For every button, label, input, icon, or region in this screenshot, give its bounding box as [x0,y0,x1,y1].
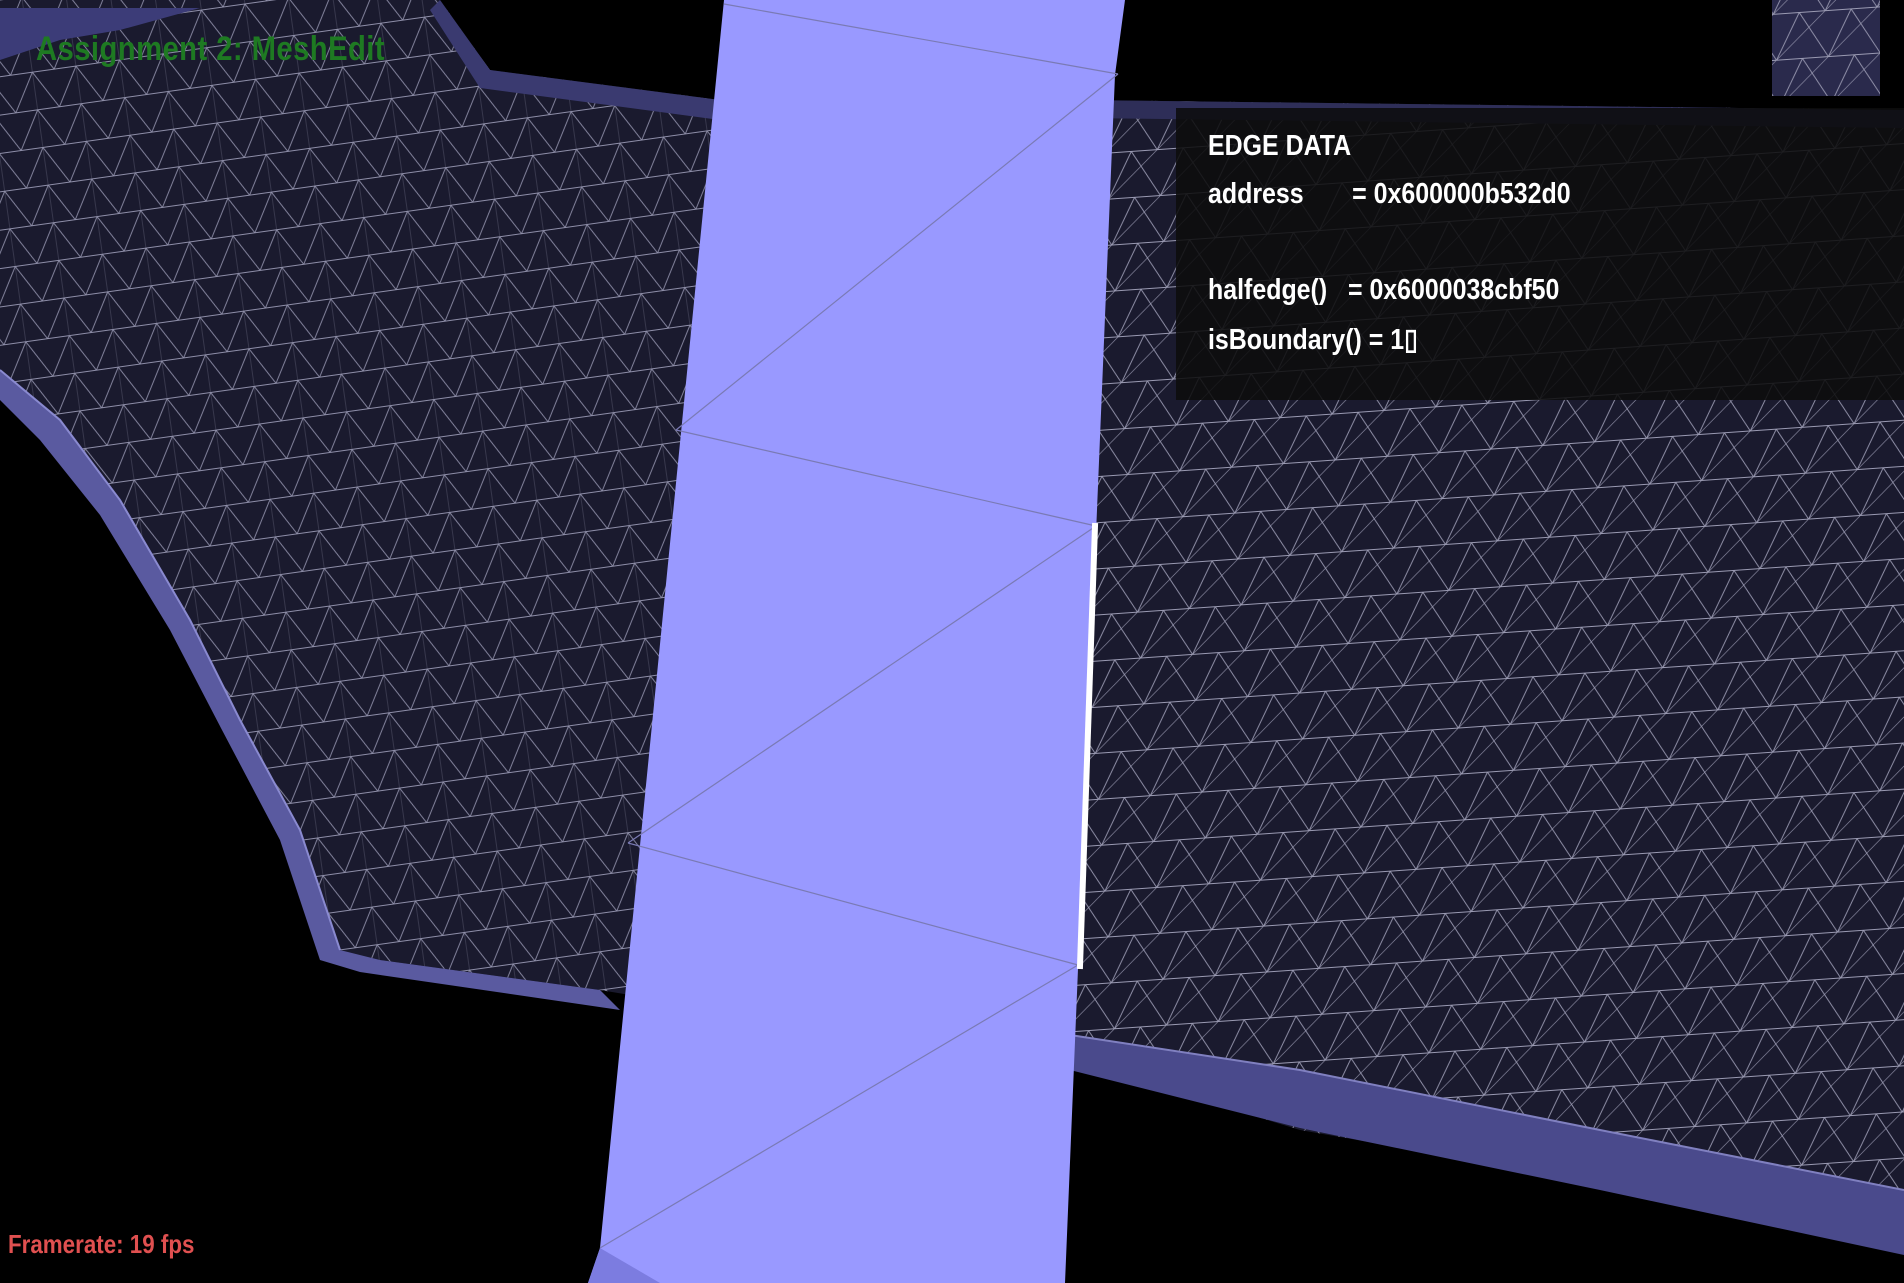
edge-data-heading: EDGE DATA [1208,130,1352,162]
edge-address-line: address = 0x600000b532d0 [1208,178,1571,210]
edge-halfedge-line: halfedge() = 0x6000038cbf50 [1208,274,1560,306]
app-title: Assignment 2: MeshEdit [36,30,386,68]
mesh-viewport[interactable]: Assignment 2: MeshEdit EDGE DATA address… [0,0,1904,1283]
edge-data-panel: EDGE DATA address = 0x600000b532d0 halfe… [1176,108,1904,400]
framerate-readout: Framerate: 19 fps [8,1229,195,1259]
edge-isboundary-line: isBoundary() = 1▯ [1208,324,1418,356]
mesh-surface-left [0,0,720,1010]
